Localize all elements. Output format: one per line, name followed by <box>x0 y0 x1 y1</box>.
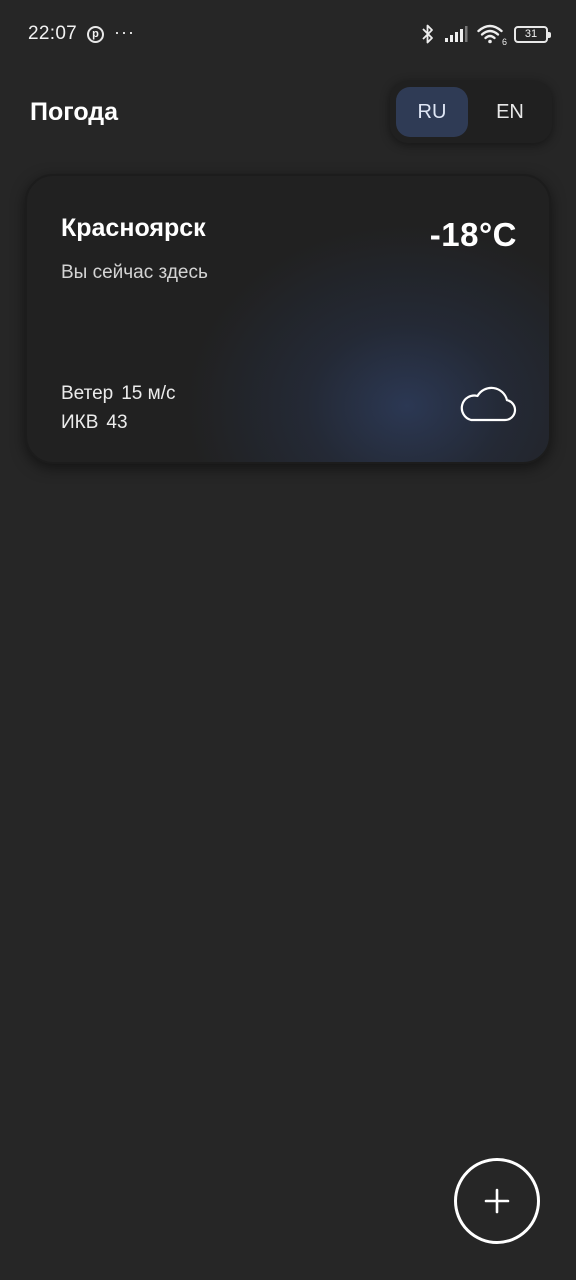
status-right: 6 31 <box>421 23 551 47</box>
city-name: Красноярск <box>61 214 206 242</box>
aqi-row: ИКВ 43 <box>61 408 176 437</box>
page-title: Погода <box>30 97 119 126</box>
cloud-icon <box>460 386 517 422</box>
bluetooth-icon <box>422 24 433 44</box>
wind-row: Ветер 15 м/с <box>61 379 176 408</box>
lang-ru-button[interactable]: RU <box>396 87 468 137</box>
language-toggle: RU EN <box>390 81 552 143</box>
signal-icon <box>445 26 468 42</box>
battery-level: 31 <box>524 28 538 40</box>
weather-stats: Ветер 15 м/с ИКВ 43 <box>61 379 176 437</box>
add-city-button[interactable] <box>454 1158 540 1244</box>
battery-icon: 31 <box>514 25 551 43</box>
plus-icon <box>484 1188 510 1214</box>
aqi-value: 43 <box>106 412 128 433</box>
network-badge: 6 <box>501 37 507 47</box>
weather-card[interactable]: Красноярск -18°C Вы сейчас здесь Ветер 15… <box>25 174 551 464</box>
pinterest-icon: p <box>87 25 105 43</box>
status-bar: 22:07 p ··· 6 31 <box>0 0 576 68</box>
wifi-icon <box>477 24 503 44</box>
wind-label: Ветер <box>61 383 114 404</box>
more-dots-icon: ··· <box>114 21 136 42</box>
status-left: 22:07 p ··· <box>28 21 136 45</box>
lang-en-button[interactable]: EN <box>474 87 546 137</box>
temperature: -18°C <box>429 216 517 253</box>
wifi-indicator: 6 <box>477 24 507 47</box>
wind-value: 15 м/с <box>121 383 176 404</box>
aqi-label: ИКВ <box>61 412 99 433</box>
current-location-note: Вы сейчас здесь <box>61 262 208 283</box>
header: Погода RU EN <box>30 80 552 144</box>
status-time: 22:07 <box>28 23 78 44</box>
weather-screen: 22:07 p ··· 6 31 Погода RU EN Красноярск… <box>0 0 576 1280</box>
